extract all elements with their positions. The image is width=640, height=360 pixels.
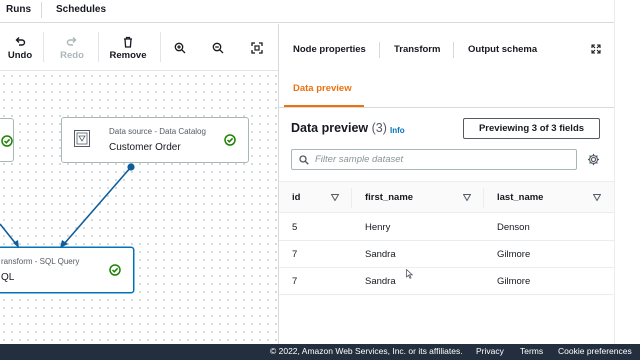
node-title: Customer Order bbox=[109, 142, 181, 153]
expand-panel-icon[interactable] bbox=[591, 44, 601, 54]
table-header-row: id first_name last_name bbox=[279, 181, 614, 213]
column-header-id[interactable]: id bbox=[292, 192, 300, 203]
filter-placeholder: Filter sample dataset bbox=[315, 154, 404, 165]
success-check-icon bbox=[1, 135, 13, 147]
cookie-preferences-link[interactable]: Cookie preferences bbox=[558, 346, 632, 356]
window-right-margin bbox=[614, 0, 640, 344]
toolbar-divider bbox=[98, 32, 99, 62]
edge-left-to-transform bbox=[0, 223, 17, 245]
sort-down-icon[interactable] bbox=[463, 194, 471, 201]
cell-id: 5 bbox=[292, 222, 298, 233]
table-row: 5 Henry Denson bbox=[279, 214, 614, 241]
undo-button[interactable]: Undo bbox=[0, 36, 40, 61]
cell-first-name: Henry bbox=[365, 222, 391, 233]
node-title: QL bbox=[1, 272, 15, 283]
data-preview-title: Data preview bbox=[291, 121, 369, 135]
remove-label: Remove bbox=[109, 50, 147, 61]
trash-icon bbox=[124, 36, 132, 48]
node-data-source[interactable]: Data source - Data Catalog Customer Orde… bbox=[61, 117, 249, 163]
column-divider bbox=[483, 188, 484, 208]
output-port bbox=[127, 163, 135, 171]
zoom-out-icon[interactable] bbox=[212, 42, 224, 54]
copyright-text: © 2022, Amazon Web Services, Inc. or its… bbox=[270, 346, 463, 356]
toolbar-divider bbox=[160, 32, 161, 62]
remove-button[interactable]: Remove bbox=[108, 36, 148, 61]
terms-link[interactable]: Terms bbox=[520, 346, 543, 356]
node-transform-sql[interactable]: ransform - SQL Query QL bbox=[0, 247, 134, 293]
toolbar-divider bbox=[43, 32, 44, 62]
tab-divider bbox=[41, 2, 42, 18]
success-check-icon bbox=[224, 134, 236, 146]
job-graph-canvas[interactable]: Data source - Data Catalog Customer Orde… bbox=[0, 72, 278, 344]
sort-down-icon[interactable] bbox=[331, 194, 339, 201]
cell-first-name: Sandra bbox=[365, 276, 396, 287]
node-details-tabs: Node properties Transform Output schema bbox=[279, 24, 614, 74]
mouse-cursor-icon bbox=[406, 269, 413, 279]
tab-output-schema[interactable]: Output schema bbox=[468, 44, 537, 55]
table-row: 7 Sandra Gilmore bbox=[279, 268, 614, 295]
redo-label: Redo bbox=[60, 50, 84, 61]
zoom-in-icon[interactable] bbox=[174, 42, 186, 54]
tab-runs[interactable]: Runs bbox=[6, 4, 31, 15]
cell-last-name: Gilmore bbox=[497, 276, 531, 287]
tab-node-properties[interactable]: Node properties bbox=[293, 44, 366, 55]
tab-transform[interactable]: Transform bbox=[394, 44, 440, 55]
column-divider bbox=[351, 188, 352, 208]
undo-icon bbox=[15, 37, 26, 46]
column-header-first-name[interactable]: first_name bbox=[365, 192, 413, 203]
node-type-label: ransform - SQL Query bbox=[1, 257, 80, 266]
graph-edges bbox=[0, 163, 135, 248]
search-icon bbox=[299, 155, 309, 165]
success-check-icon bbox=[109, 264, 121, 276]
canvas-toolbar: Undo Redo Remove bbox=[0, 24, 278, 71]
data-catalog-icon bbox=[74, 130, 90, 147]
node-type-label: Data source - Data Catalog bbox=[109, 127, 206, 136]
fit-to-screen-icon[interactable] bbox=[251, 42, 263, 54]
table-row: 7 Sandra Gilmore bbox=[279, 241, 614, 268]
glue-studio-screen: Runs Schedules Undo Redo Remove Data sou… bbox=[0, 0, 640, 360]
cell-id: 7 bbox=[292, 249, 298, 260]
tab-schedules[interactable]: Schedules bbox=[56, 4, 106, 15]
previewing-fields-button[interactable]: Previewing 3 of 3 fields bbox=[463, 118, 600, 139]
cell-last-name: Gilmore bbox=[497, 249, 531, 260]
cell-id: 7 bbox=[292, 276, 298, 287]
privacy-link[interactable]: Privacy bbox=[476, 346, 504, 356]
gear-icon[interactable] bbox=[587, 153, 600, 166]
top-tab-bar: Runs Schedules bbox=[0, 0, 614, 23]
console-footer: © 2022, Amazon Web Services, Inc. or its… bbox=[0, 344, 640, 360]
undo-label: Undo bbox=[7, 50, 33, 61]
redo-button[interactable]: Redo bbox=[52, 36, 92, 61]
filter-sample-dataset-input[interactable]: Filter sample dataset bbox=[291, 149, 577, 170]
info-link[interactable]: Info bbox=[390, 126, 405, 135]
data-preview-heading: Data preview (3) bbox=[291, 121, 387, 135]
edge-source-to-transform bbox=[63, 166, 132, 245]
tabs-underline bbox=[279, 107, 614, 108]
node-partial-left[interactable] bbox=[0, 118, 14, 162]
column-header-last-name[interactable]: last_name bbox=[497, 192, 543, 203]
tab-divider bbox=[379, 42, 380, 58]
redo-icon bbox=[66, 37, 77, 46]
tab-data-preview[interactable]: Data preview bbox=[293, 83, 352, 94]
cell-first-name: Sandra bbox=[365, 249, 396, 260]
data-preview-count: (3) bbox=[371, 121, 387, 135]
sort-down-icon[interactable] bbox=[593, 194, 601, 201]
tab-divider bbox=[453, 42, 454, 58]
cell-last-name: Denson bbox=[497, 222, 530, 233]
